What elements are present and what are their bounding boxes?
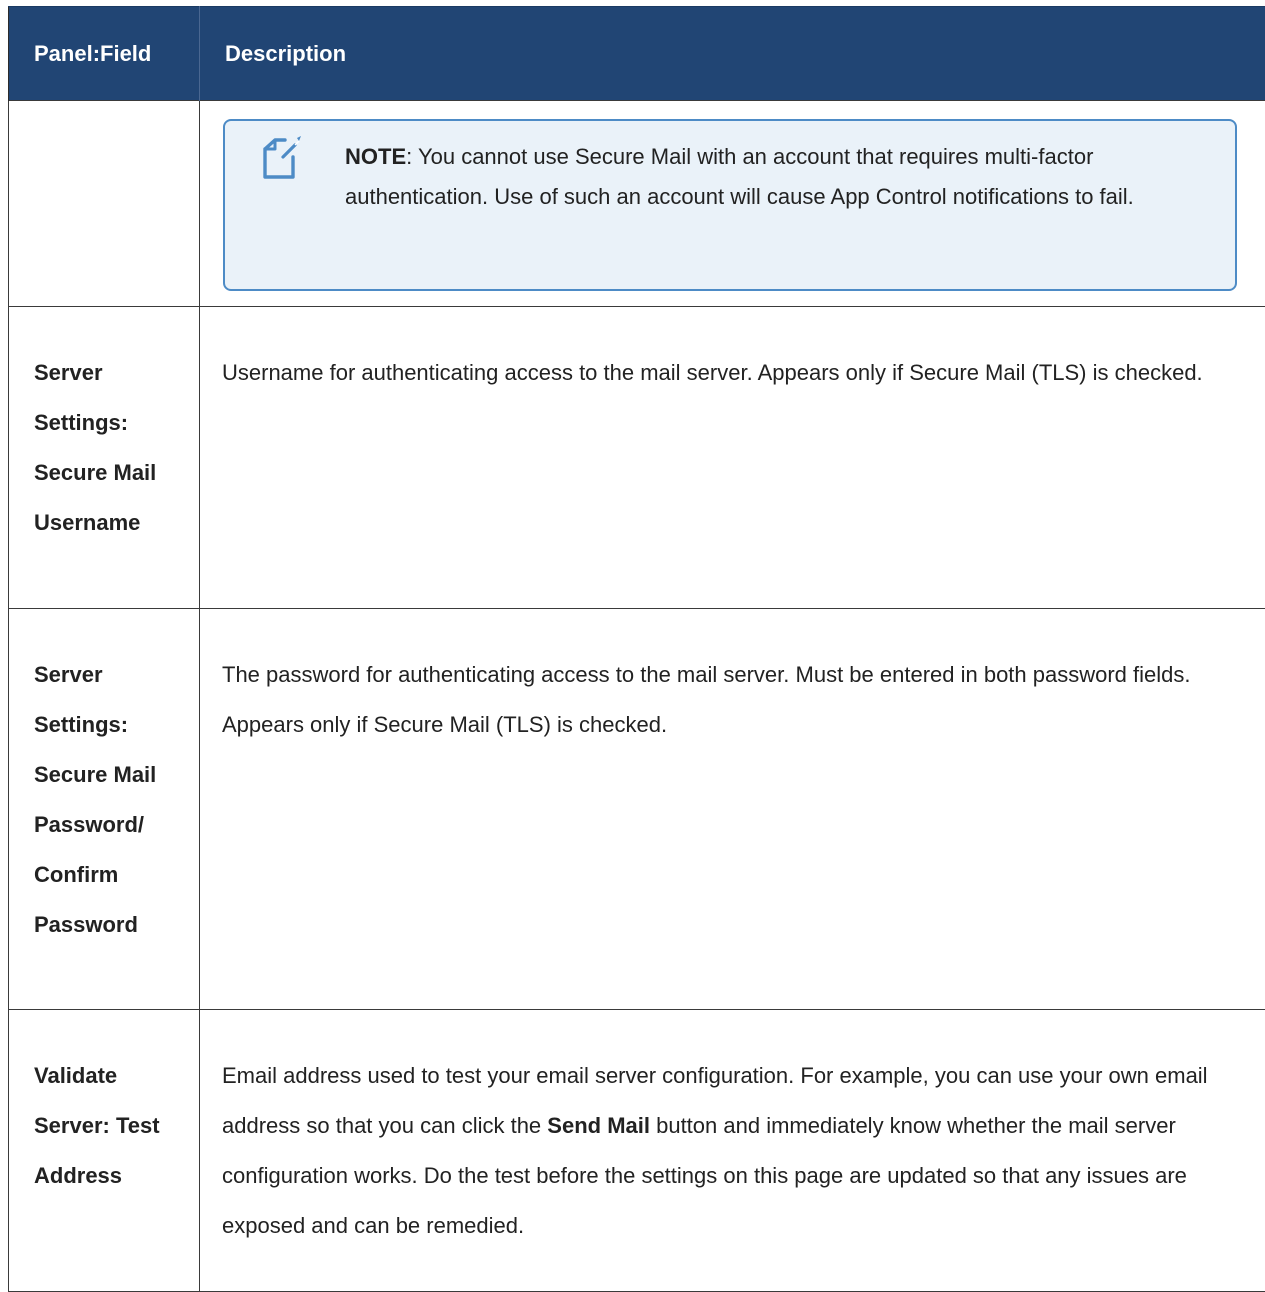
note-text: NOTE: You cannot use Secure Mail with an… bbox=[345, 137, 1205, 217]
field-description: Username for authenticating access to th… bbox=[200, 307, 1265, 609]
table-row: Server Settings: Secure Mail Username Us… bbox=[9, 307, 1265, 609]
note-body: : You cannot use Secure Mail with an acc… bbox=[345, 144, 1134, 209]
note-cell: NOTE: You cannot use Secure Mail with an… bbox=[200, 101, 1265, 307]
table-header-row: Panel:Field Description bbox=[9, 7, 1265, 101]
edit-note-icon bbox=[259, 135, 303, 181]
table-row-note: NOTE: You cannot use Secure Mail with an… bbox=[9, 101, 1265, 307]
field-description-table: Panel:Field Description bbox=[8, 6, 1265, 1292]
note-label: NOTE bbox=[345, 144, 406, 169]
field-name: Server Settings: Secure Mail Username bbox=[9, 307, 200, 609]
header-description: Description bbox=[200, 7, 1265, 101]
send-mail-reference: Send Mail bbox=[547, 1113, 650, 1138]
empty-field-cell bbox=[9, 101, 200, 307]
header-panel-field: Panel:Field bbox=[9, 7, 200, 101]
note-callout: NOTE: You cannot use Secure Mail with an… bbox=[223, 119, 1237, 291]
table-row: Server Settings: Secure Mail Password/ C… bbox=[9, 609, 1265, 1010]
field-name: Server Settings: Secure Mail Password/ C… bbox=[9, 609, 200, 1010]
field-description: The password for authenticating access t… bbox=[200, 609, 1265, 1010]
